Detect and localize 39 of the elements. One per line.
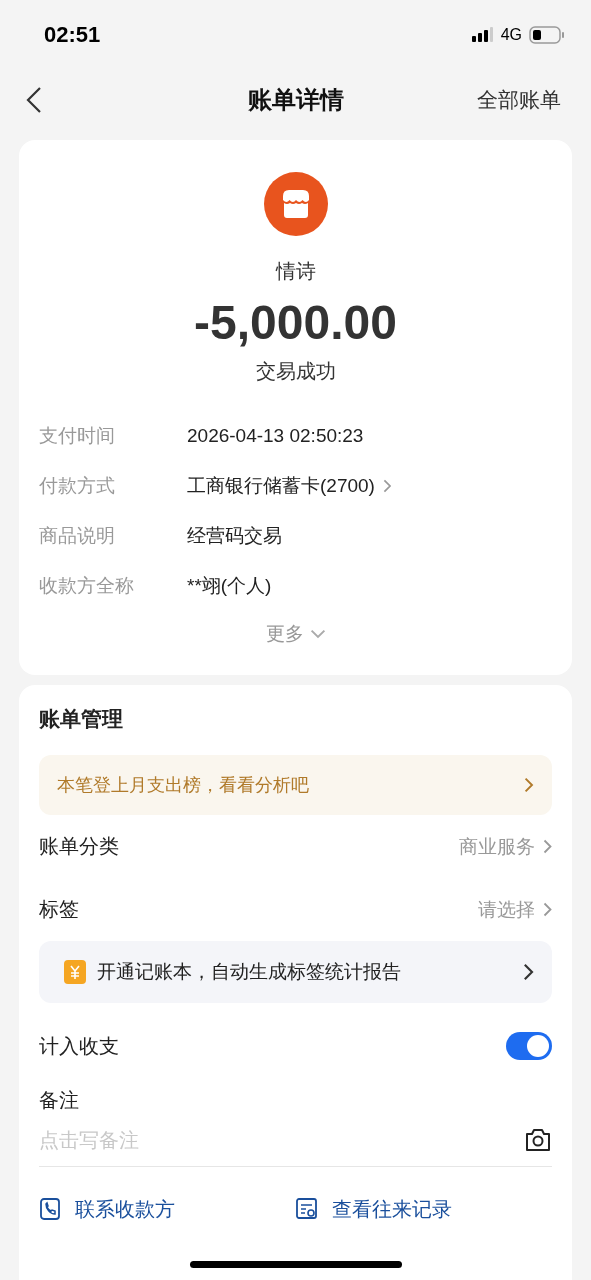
camera-icon[interactable] xyxy=(524,1127,552,1153)
setting-row[interactable]: 标签 请选择 xyxy=(39,878,552,941)
chevron-right-icon xyxy=(382,479,392,493)
merchant-name: 情诗 xyxy=(275,259,316,284)
phone-icon xyxy=(39,1198,61,1220)
include-switch[interactable] xyxy=(506,1032,552,1060)
ledger-promo[interactable]: 开通记账本，自动生成标签统计报告 xyxy=(39,941,552,1003)
store-icon xyxy=(263,172,328,236)
back-icon[interactable] xyxy=(26,86,42,114)
coupon-icon xyxy=(63,959,87,985)
detail-value: 经营码交易 xyxy=(187,524,282,548)
chevron-down-icon xyxy=(309,629,326,639)
detail-label: 付款方式 xyxy=(39,474,116,498)
status-time: 02:51 xyxy=(44,22,101,48)
action-link[interactable]: 联系收款方 xyxy=(39,1195,296,1223)
signal-icon xyxy=(471,27,494,43)
transaction-status: 交易成功 xyxy=(255,359,336,384)
action-link[interactable]: 查看往来记录 xyxy=(295,1195,552,1223)
document-search-icon xyxy=(295,1198,318,1220)
chevron-right-icon xyxy=(543,839,552,854)
setting-row[interactable]: 账单分类 商业服务 xyxy=(39,815,552,878)
battery-icon xyxy=(529,26,565,44)
detail-label: 商品说明 xyxy=(39,524,116,548)
toggle-label: 计入收支 xyxy=(39,1033,119,1059)
detail-label: 支付时间 xyxy=(39,424,116,448)
amount: -5,000.00 xyxy=(194,295,397,350)
detail-label: 收款方全称 xyxy=(39,574,135,598)
analysis-banner[interactable]: 本笔登上月支出榜，看看分析吧 xyxy=(39,755,552,815)
payment-method-link[interactable]: 工商银行储蓄卡(2700) xyxy=(187,473,392,499)
chevron-right-icon xyxy=(524,777,534,793)
section-title: 账单管理 xyxy=(39,706,124,732)
page-title: 账单详情 xyxy=(247,85,344,115)
network-label: 4G xyxy=(500,26,522,44)
note-label: 备注 xyxy=(39,1088,80,1113)
chevron-right-icon xyxy=(523,963,534,981)
detail-value: 2026-04-13 02:50:23 xyxy=(187,425,364,447)
detail-value: **翊(个人) xyxy=(187,574,272,598)
chevron-right-icon xyxy=(543,902,552,917)
all-bills-link[interactable]: 全部账单 xyxy=(477,86,561,114)
